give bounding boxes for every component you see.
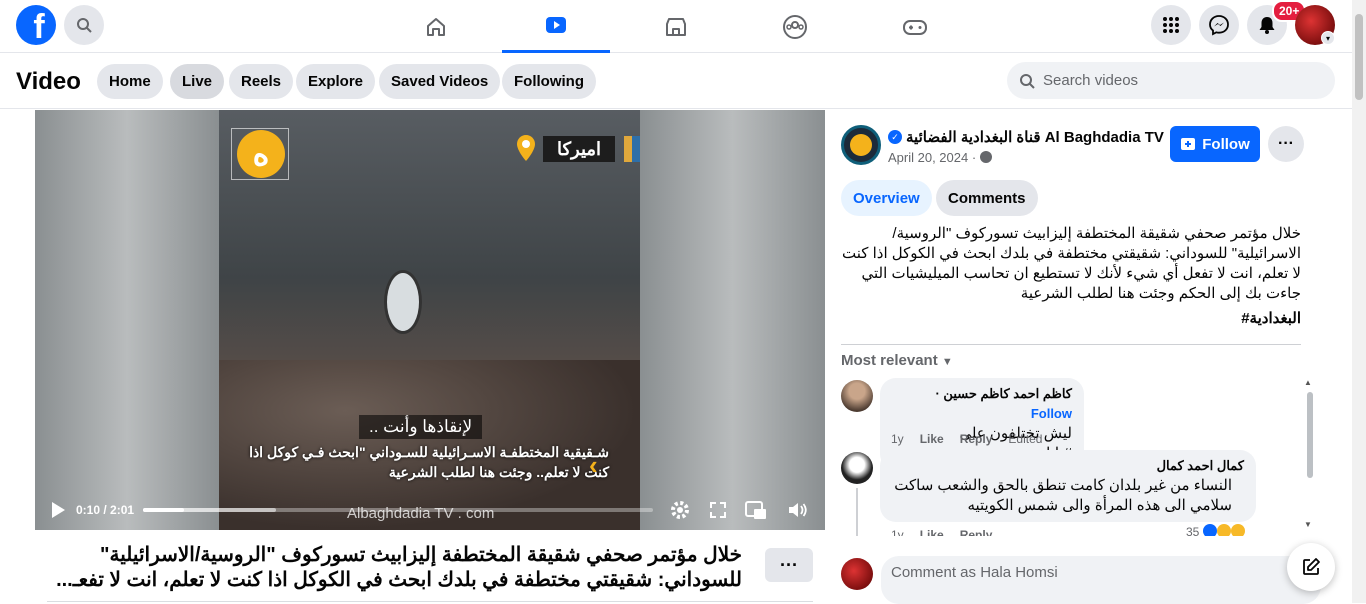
globe-icon [979, 151, 992, 163]
video-blur-left [35, 110, 219, 530]
video-progress-bar[interactable] [143, 508, 653, 512]
top-navigation-bar: f 20+ ▾ [0, 0, 1366, 53]
comment-text: النساء من غير بلدان كامت تنطق بالحق والش… [894, 477, 1232, 514]
comment-reply-button[interactable]: Reply [960, 432, 993, 446]
comments-scroll-thumb[interactable] [1307, 392, 1313, 478]
page-title: Video [16, 68, 81, 95]
comment-actions: 1y Like Reply Edited [891, 432, 1042, 446]
settings-gear-icon[interactable] [668, 498, 692, 522]
comment-bubble: كمال احمد كمال النساء من غير بلدان كامت … [880, 450, 1256, 522]
comment-like-button[interactable]: Like [920, 528, 944, 536]
pill-home[interactable]: Home [97, 64, 163, 99]
messenger-icon[interactable] [1199, 5, 1239, 45]
subtitle-line-2: شـقيقية المختطفـة الاسـرائيلية للسـوداني… [249, 444, 609, 480]
comment-reactions[interactable]: 35 [1186, 524, 1245, 536]
video-caption-line-1: خلال مؤتمر صحفي شقيقة المختطفة إليزابيث … [100, 544, 742, 566]
comment-author-name[interactable]: كمال احمد كمال [892, 456, 1244, 476]
divider [47, 601, 813, 602]
groups-icon[interactable] [741, 0, 849, 53]
like-reaction-icon [1202, 524, 1217, 536]
comment-author[interactable]: كاظم احمد كاظم حسين · Follow [892, 384, 1072, 424]
video-player[interactable]: ه اميركا .. لإنقاذها وأنت شـقيقية المختط… [35, 110, 825, 530]
facebook-logo[interactable]: f [16, 5, 56, 45]
pill-explore[interactable]: Explore [296, 64, 376, 99]
reply-thread-line [856, 488, 858, 536]
comment-sort-label: Most relevant [841, 352, 938, 369]
scroll-up-arrow-icon[interactable]: ▲ [1304, 378, 1312, 387]
pill-live[interactable]: Live [170, 64, 225, 99]
divider [841, 344, 1301, 345]
chevron-left-icon: ‹ [589, 450, 598, 480]
post-description: خلال مؤتمر صحفي شقيقة المختطفة إليزابيث … [842, 225, 1301, 302]
video-scene-window [384, 270, 422, 334]
video-played-fill [143, 508, 184, 512]
chevron-down-icon: ▼ [941, 356, 953, 368]
search-icon[interactable] [64, 5, 104, 45]
menu-grid-icon[interactable] [1151, 5, 1191, 45]
chevron-down-icon[interactable]: ▾ [1321, 31, 1335, 45]
video-icon[interactable] [502, 0, 610, 53]
gaming-icon[interactable] [861, 0, 969, 53]
post-details-panel: ✓ قناة البغدادية الفضائية Al Baghdadia T… [826, 110, 1352, 604]
tab-comments[interactable]: Comments [936, 180, 1038, 216]
comment-actions: 1y Like Reply [891, 528, 992, 536]
page-avatar[interactable] [841, 125, 881, 165]
page-scroll-thumb[interactable] [1355, 14, 1363, 100]
subtitle-line-1: .. لإنقاذها وأنت [359, 415, 483, 439]
comment-input[interactable]: Comment as Hala Homsi [881, 556, 1321, 604]
video-caption-line-2: للسوداني: شقيقتي مختطفة في بلدك ابحث في … [56, 569, 742, 591]
compose-message-button[interactable] [1287, 543, 1335, 591]
comment-sort-dropdown[interactable]: Most relevant ▼ [841, 352, 953, 369]
scroll-down-arrow-icon[interactable]: ▼ [1304, 520, 1312, 529]
location-pin-icon [517, 135, 535, 161]
video-blur-right [640, 110, 825, 530]
video-subheader: Video Home Live Reels Explore Saved Vide… [0, 54, 1352, 109]
follow-button-label: Follow [1202, 135, 1250, 153]
fullscreen-icon[interactable] [706, 498, 730, 522]
search-videos-input[interactable] [1043, 72, 1313, 89]
post-date-text: April 20, 2024 · [888, 150, 980, 165]
channel-logo: ه [237, 130, 285, 178]
post-hashtag[interactable]: #البغدادية [841, 309, 1301, 327]
video-caption[interactable]: خلال مؤتمر صحفي شقيقة المختطفة إليزابيث … [50, 543, 742, 593]
video-time: 0:10 / 2:01 [76, 503, 135, 517]
comment-reaction-count: 35 [1186, 525, 1200, 536]
comment-reply-button[interactable]: Reply [960, 528, 993, 536]
pill-reels[interactable]: Reels [229, 64, 294, 99]
comment-avatar[interactable] [841, 452, 873, 484]
comment-author-name: كاظم احمد كاظم حسين [943, 386, 1072, 401]
picture-in-picture-icon[interactable] [744, 498, 768, 522]
comment-time[interactable]: 1y [891, 528, 904, 536]
tab-overview[interactable]: Overview [841, 180, 932, 216]
haha-reaction-icon [1216, 524, 1231, 536]
page-name[interactable]: قناة البغدادية الفضائية Al Baghdadia TV [906, 128, 1164, 146]
current-user-avatar[interactable] [841, 558, 873, 590]
search-icon [1020, 73, 1035, 89]
play-icon[interactable] [48, 500, 68, 520]
follow-button[interactable]: Follow [1170, 126, 1260, 162]
pill-saved-videos[interactable]: Saved Videos [379, 64, 501, 99]
sad-reaction-icon [1230, 524, 1245, 536]
post-date[interactable]: April 20, 2024 · [888, 150, 992, 165]
comment-edited-label: Edited [1008, 432, 1043, 446]
verified-badge-icon: ✓ [888, 130, 902, 144]
follow-icon [1181, 138, 1196, 150]
video-frame: ه اميركا .. لإنقاذها وأنت شـقيقية المختط… [219, 110, 640, 530]
comment-follow-link[interactable]: Follow [1031, 406, 1072, 421]
home-icon[interactable] [382, 0, 490, 53]
comment-avatar[interactable] [841, 380, 873, 412]
comment-time[interactable]: 1y [891, 432, 904, 446]
volume-icon[interactable] [786, 498, 810, 522]
comments-list: كاظم احمد كاظم حسين · Follow ليش تختلفون… [826, 376, 1316, 536]
location-tag: اميركا [543, 136, 616, 162]
video-more-options-button[interactable]: ··· [765, 548, 813, 582]
search-videos-box[interactable] [1007, 62, 1335, 99]
comment-like-button[interactable]: Like [920, 432, 944, 446]
marketplace-icon[interactable] [622, 0, 730, 53]
location-stripe [624, 136, 640, 162]
compose-icon [1303, 558, 1320, 575]
post-more-options-button[interactable]: ··· [1268, 126, 1304, 162]
pill-following[interactable]: Following [502, 64, 596, 99]
